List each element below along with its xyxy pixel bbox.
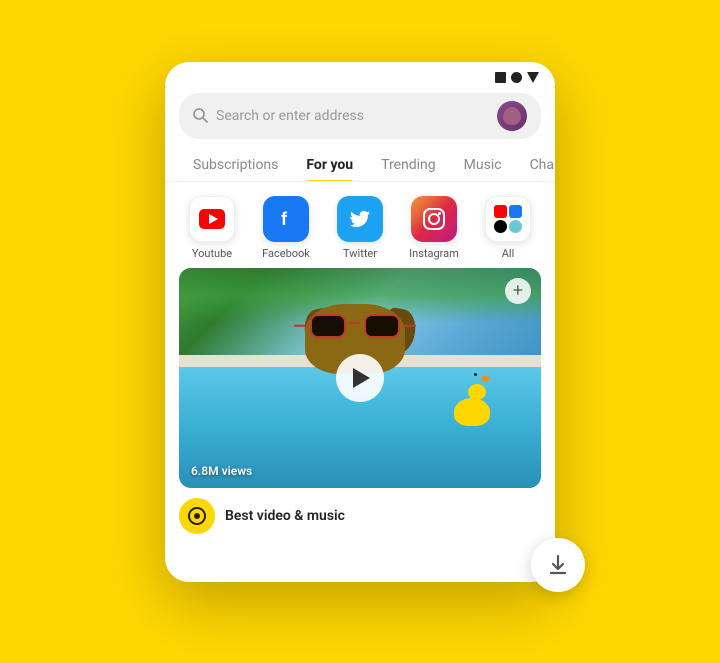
twitter-icon (337, 196, 383, 242)
tab-music[interactable]: Music (450, 149, 516, 181)
download-button[interactable] (531, 538, 585, 592)
sunglasses (311, 313, 399, 339)
glasses-arm-left (294, 325, 308, 328)
add-to-list-button[interactable]: + (505, 278, 531, 304)
glasses-arm-right (402, 325, 416, 328)
twitter-label: Twitter (343, 247, 377, 260)
avatar-image (503, 107, 521, 125)
rubber-duck (454, 398, 490, 426)
duck-head (468, 384, 486, 400)
all-apps-icon (485, 196, 531, 242)
youtube-icon (189, 196, 235, 242)
view-count: 6.8M views (191, 464, 252, 478)
search-bar[interactable]: Search or enter address (179, 93, 541, 139)
glasses-bridge (350, 322, 360, 325)
glasses-lens-left (310, 314, 346, 338)
glasses-frame (310, 314, 400, 338)
all-apps-grid (494, 205, 522, 233)
social-item-all[interactable]: All (471, 196, 545, 260)
browser-window: Search or enter address Subscriptions Fo… (165, 62, 555, 582)
status-bar (165, 62, 555, 89)
bottom-bar: Best video & music (165, 488, 555, 544)
download-icon (546, 553, 570, 577)
status-icon-square (495, 72, 506, 83)
tab-chan[interactable]: Chan (516, 149, 555, 181)
social-item-twitter[interactable]: Twitter (323, 196, 397, 260)
tab-trending[interactable]: Trending (367, 149, 450, 181)
facebook-icon: f (263, 196, 309, 242)
social-item-instagram[interactable]: Instagram (397, 196, 471, 260)
glasses-lens-right (364, 314, 400, 338)
search-icon (193, 108, 208, 123)
youtube-label: Youtube (192, 247, 232, 260)
play-icon (353, 368, 370, 388)
all-label: All (502, 247, 515, 260)
status-icon-triangle (527, 72, 539, 83)
duck-body (454, 398, 490, 426)
instagram-label: Instagram (409, 247, 459, 260)
tab-subscriptions[interactable]: Subscriptions (179, 149, 292, 181)
social-item-facebook[interactable]: f Facebook (249, 196, 323, 260)
phone-mockup: Search or enter address Subscriptions Fo… (165, 82, 555, 582)
social-item-youtube[interactable]: Youtube (175, 196, 249, 260)
tab-for-you[interactable]: For you (292, 149, 367, 181)
facebook-label: Facebook (262, 247, 310, 260)
social-apps-grid: Youtube f Facebook Twitter (165, 182, 555, 268)
status-icon-circle (511, 72, 522, 83)
search-bar-container: Search or enter address (165, 89, 555, 149)
play-button[interactable] (336, 354, 384, 402)
avatar[interactable] (497, 101, 527, 131)
app-logo-icon (179, 498, 215, 534)
search-placeholder: Search or enter address (216, 108, 481, 124)
video-thumbnail[interactable]: + 6.8M views (179, 268, 541, 488)
instagram-icon (411, 196, 457, 242)
nav-tabs: Subscriptions For you Trending Music Cha… (165, 149, 555, 182)
bottom-title: Best video & music (225, 508, 541, 524)
svg-text:f: f (281, 209, 288, 229)
